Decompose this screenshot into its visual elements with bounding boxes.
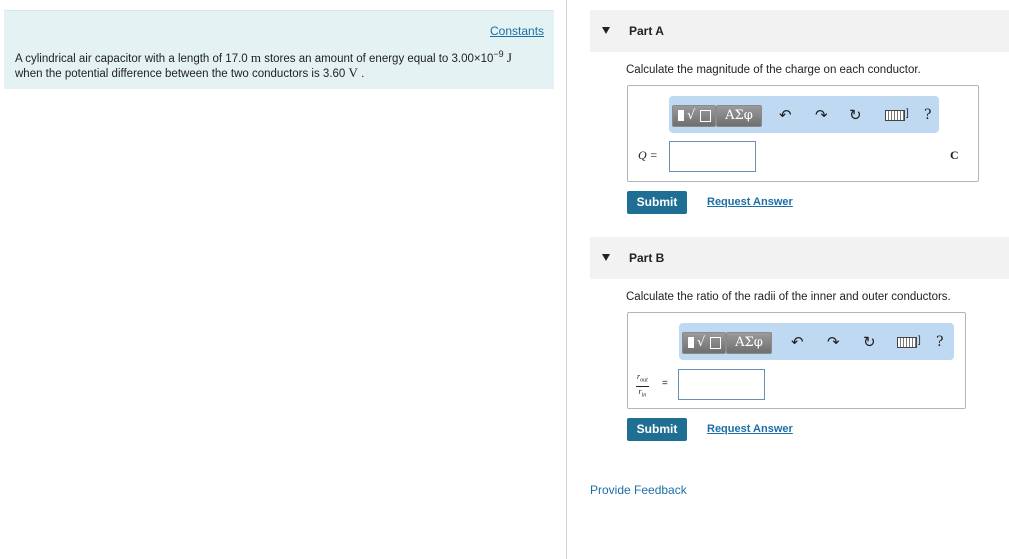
help-icon[interactable]: ? bbox=[924, 107, 932, 123]
variable-label-q: Q = bbox=[638, 148, 658, 162]
template-square-icon bbox=[688, 337, 694, 348]
symbols-button[interactable]: ΑΣφ bbox=[726, 332, 772, 354]
collapse-arrow-icon[interactable] bbox=[602, 27, 610, 34]
unit-joules: J bbox=[506, 49, 512, 65]
templates-button[interactable]: √ bbox=[682, 332, 726, 354]
part-a-answer-box: √ ΑΣφ ↶ ↷ ↻ ] ? Q = C bbox=[627, 85, 979, 182]
problem-text-part1: A cylindrical air capacitor with a lengt… bbox=[15, 52, 251, 65]
template-box-icon bbox=[700, 110, 711, 122]
problem-text-line2: when the potential difference between th… bbox=[15, 67, 349, 80]
ratio-input[interactable] bbox=[678, 369, 765, 400]
part-b-request-answer-link[interactable]: Request Answer bbox=[707, 423, 793, 435]
unit-meters: m bbox=[250, 49, 261, 65]
ratio-numerator: rout bbox=[636, 372, 649, 387]
math-toolbar: √ ΑΣφ ↶ ↷ ↻ ] ? bbox=[669, 96, 939, 133]
part-a-request-answer-link[interactable]: Request Answer bbox=[707, 196, 793, 208]
ratio-denominator: rin bbox=[636, 387, 649, 401]
sqrt-icon: √ bbox=[687, 108, 696, 123]
sqrt-icon: √ bbox=[697, 335, 706, 350]
symbols-button[interactable]: ΑΣφ bbox=[716, 105, 762, 127]
undo-icon[interactable]: ↶ bbox=[779, 106, 792, 124]
help-icon[interactable]: ? bbox=[936, 334, 944, 350]
units-label: C bbox=[950, 148, 959, 162]
keyboard-icon[interactable] bbox=[897, 337, 917, 348]
collapse-arrow-icon[interactable] bbox=[602, 254, 610, 261]
part-a-title: Part A bbox=[629, 24, 664, 38]
undo-icon[interactable]: ↶ bbox=[791, 333, 804, 351]
keyboard-bracket-icon: ] bbox=[906, 108, 909, 119]
constants-link[interactable]: Constants bbox=[490, 24, 544, 38]
problem-text-part2: stores an amount of energy equal to 3.00… bbox=[261, 52, 494, 65]
problem-text-period: . bbox=[357, 67, 365, 80]
keyboard-bracket-icon: ] bbox=[918, 335, 921, 346]
equals-sign: = bbox=[662, 378, 668, 389]
problem-panel: Constants A cylindrical air capacitor wi… bbox=[4, 10, 554, 89]
energy-exponent: −9 bbox=[493, 49, 504, 59]
numerator-subscript: out bbox=[640, 377, 648, 384]
templates-button[interactable]: √ bbox=[672, 105, 716, 127]
reset-icon[interactable]: ↻ bbox=[863, 333, 876, 351]
redo-icon[interactable]: ↷ bbox=[815, 106, 828, 124]
math-toolbar: √ ΑΣφ ↶ ↷ ↻ ] ? bbox=[679, 323, 954, 360]
part-b-title: Part B bbox=[629, 251, 665, 265]
panel-divider bbox=[566, 0, 567, 559]
template-square-icon bbox=[678, 110, 684, 121]
problem-statement: A cylindrical air capacitor with a lengt… bbox=[15, 47, 550, 81]
charge-input[interactable] bbox=[669, 141, 756, 172]
unit-volts: V bbox=[348, 64, 358, 80]
part-b-submit-button[interactable]: Submit bbox=[627, 418, 687, 441]
part-b-answer-box: √ ΑΣφ ↶ ↷ ↻ ] ? rout rin = bbox=[627, 312, 966, 409]
reset-icon[interactable]: ↻ bbox=[849, 106, 862, 124]
radius-ratio-label: rout rin bbox=[636, 372, 649, 400]
redo-icon[interactable]: ↷ bbox=[827, 333, 840, 351]
provide-feedback-link[interactable]: Provide Feedback bbox=[590, 483, 687, 497]
part-b-prompt: Calculate the ratio of the radii of the … bbox=[626, 291, 951, 303]
part-a-header[interactable]: Part A bbox=[590, 10, 1009, 52]
part-a-prompt: Calculate the magnitude of the charge on… bbox=[626, 64, 921, 76]
keyboard-icon[interactable] bbox=[885, 110, 905, 121]
part-a-submit-button[interactable]: Submit bbox=[627, 191, 687, 214]
template-box-icon bbox=[710, 337, 721, 349]
denominator-subscript: in bbox=[641, 392, 647, 399]
part-b-header[interactable]: Part B bbox=[590, 237, 1009, 279]
